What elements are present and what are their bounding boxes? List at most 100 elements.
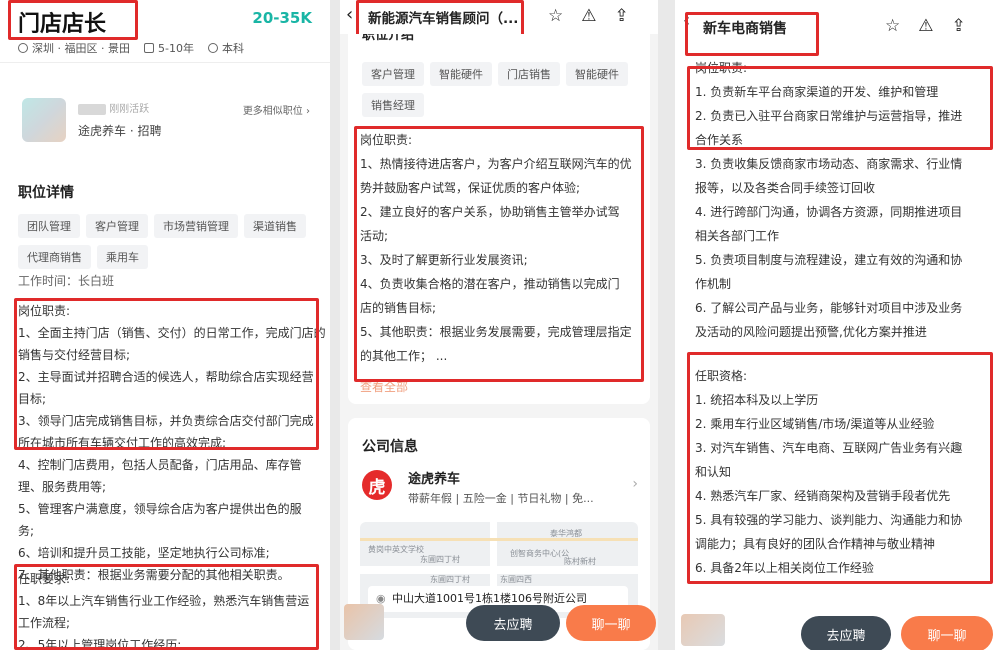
briefcase-icon [143,43,154,53]
skill-tags: 团队管理 客户管理 市场营销管理 渠道销售代理商销售 乘用车 [18,214,318,276]
text-line: 1、热情接待进店客户，为客户介绍互联网汽车的优 [360,157,632,171]
text-line: 调能力；具有良好的团队合作精神与敬业精神 [695,537,936,551]
job-panel-store-manager: 门店店长 20-35K 深圳 · 福田区 · 景田 5-10年 本科 刚刚活跃 … [0,0,330,650]
back-arrow-icon[interactable]: ‹ [683,10,690,31]
text-line: 2、5年以上管理岗位工作经历; [18,638,182,650]
text-line: 店的销售目标; [360,301,437,315]
partial-heading: 职位介绍 [362,34,415,43]
text-line: 2、建立良好的客户关系，协助销售主管举办试驾 [360,205,620,219]
job-panel-ev-sales: ‹ 新能源汽车销售顾问（... ☆ ⚠ ⇪ 职位介绍 客户管理 智能硬件 门店销售智… [340,0,658,650]
text-line: 5. 负责项目制度与流程建设，建立有效的沟通和协 [695,253,963,267]
duties-text: 岗位职责: 1、全面主持门店（销售、交付）的日常工作，完成门店的 销售与交付经营目标… [18,300,326,586]
text-line: 4. 熟悉汽车厂家、经销商架构及营销手段者优先 [695,489,951,503]
requirements-text: 任职资格: 1. 统招本科及以上学历 2. 乘用车行业区域销售/市场/渠道等从业经验… [695,364,995,580]
map-label: 东圃四西 [500,575,532,584]
section-heading: 任职要求: [18,572,71,586]
text-line: 6. 了解公司产品与业务，能够针对项目中涉及业务 [695,301,963,315]
recruiter-avatar[interactable] [22,98,66,142]
view-all-link[interactable]: 查看全部 [360,378,408,395]
section-heading: 岗位职责: [18,304,71,318]
location-item: 深圳 · 福田区 · 景田 [18,40,130,56]
address-text: 中山大道1001号1栋1楼106号附近公司 [392,592,587,605]
company-map[interactable]: 黄岗中英文学校 东圃四丁村 创智商务中心(公 泰华鸿都 陈村新村 东圃四丁村 东圃四西 ◉ … [360,522,638,618]
text-line: 2. 乘用车行业区域销售/市场/渠道等从业经验 [695,417,935,431]
text-line: 理、服务费用等; [18,480,107,494]
skill-tag: 乘用车 [97,245,148,269]
recruiter-name-blurred [78,103,106,115]
text-line: 和认知 [695,465,732,479]
text-line: 3. 负责收集反馈商家市场动态、商家需求、行业情 [695,157,963,171]
job-desc-card: 职位介绍 客户管理 智能硬件 门店销售 智能硬件销售经理 岗位职责: 1、热情接待进店客… [348,34,650,404]
education-item: 本科 [207,40,244,56]
recruiter-status: 刚刚活跃 [78,100,149,115]
recruiter-avatar[interactable] [681,614,725,646]
skill-tag: 代理商销售 [18,245,91,269]
text-line: 4、控制门店费用，包括人员配备，门店用品、库存管 [18,458,302,472]
requirements-text: 任职要求: 1、8年以上汽车销售行业工作经验，熟悉汽车销售营运 工作流程; 2、5年以… [18,568,318,650]
chat-button[interactable]: 聊一聊 [901,616,993,650]
map-label: 泰华鸿都 [550,529,582,538]
map-label: 黄岗中英文学校 [368,545,424,554]
star-icon[interactable]: ☆ [885,16,900,36]
text-line: 3、及时了解更新行业发展资讯; [360,253,528,267]
recruiter-avatar[interactable] [344,604,384,640]
experience-item: 5-10年 [143,40,194,56]
top-actions: ☆ ⚠ ⇪ [548,6,629,26]
location-pin-icon [18,43,28,53]
section-heading: 岗位职责: [695,61,748,75]
salary: 20-35K [252,9,312,27]
text-line: 报等，以及各类合同手续签订回收 [695,181,876,195]
section-heading: 岗位职责: [360,133,413,147]
text-line: 合作关系 [695,133,744,147]
text-line: 3. 对汽车销售、汽车电商、互联网广告业务有兴趣 [695,441,963,455]
skill-tag: 团队管理 [18,214,80,238]
back-arrow-icon[interactable]: ‹ [346,4,353,25]
text-line: 2. 负责已入驻平台商家日常维护与运营指导，推进 [695,109,963,123]
skill-tags: 客户管理 智能硬件 门店销售 智能硬件销售经理 [362,62,642,124]
text-line: 所在城市所有车辆交付工作的高效完成; [18,436,227,450]
apply-button[interactable]: 去应聘 [801,616,891,650]
skill-tag: 门店销售 [498,62,560,86]
skill-tag: 销售经理 [362,93,424,117]
text-line: 1. 负责新车平台商家渠道的开发、维护和管理 [695,85,939,99]
chat-button[interactable]: 聊一聊 [566,605,656,641]
apply-button[interactable]: 去应聘 [466,605,560,641]
map-label: 创智商务中心(公 [510,549,570,558]
company-name[interactable]: 途虎养车 [408,468,460,487]
text-line: 工作流程; [18,616,71,630]
skill-tag: 市场营销管理 [154,214,238,238]
job-title: 新车电商销售 [703,21,787,37]
job-meta: 深圳 · 福田区 · 景田 5-10年 本科 [18,40,244,56]
text-line: 6、培训和提升员工技能，坚定地执行公司标准; [18,546,270,560]
text-line: 3、领导门店完成销售目标，并负责综合店交付部门完成 [18,414,314,428]
report-warning-icon[interactable]: ⚠ [581,6,596,26]
company-logo[interactable]: 虎 [362,470,392,500]
map-label: 东圃四丁村 [430,575,470,584]
duties-text: 岗位职责: 1、热情接待进店客户，为客户介绍互联网汽车的优 势并鼓励客户试驾，保证优… [360,128,644,368]
job-title: 新能源汽车销售顾问（... [368,11,519,27]
text-line: 4. 进行跨部门沟通，协调各方资源，同期推进项目 [695,205,963,219]
text-line: 4、负责收集合格的潜在客户，推动销售以完成门 [360,277,620,291]
chevron-right-icon[interactable]: › [632,476,638,492]
section-heading: 任职资格: [695,369,748,383]
chevron-right-icon: › [306,106,310,117]
skill-tag: 智能硬件 [430,62,492,86]
text-line: 2、主导面试并招聘合适的候选人，帮助综合店实现经营 [18,370,314,384]
work-time: 工作时间：长白班 [18,274,115,288]
job-title: 门店店长 [18,12,107,37]
text-line: 1、全面主持门店（销售、交付）的日常工作，完成门店的 [18,326,326,340]
section-title: 职位详情 [18,185,74,201]
star-icon[interactable]: ☆ [548,6,563,26]
share-icon[interactable]: ⇪ [615,6,629,26]
text-line: 目标; [18,392,47,406]
text-line: 1. 统招本科及以上学历 [695,393,819,407]
more-similar-link[interactable]: 更多相似职位 › [243,102,310,117]
recruiter-company: 途虎养车 · 招聘 [78,124,162,138]
company-benefits: 带薪年假 | 五险一金 | 节日礼物 | 免... [408,492,594,505]
duties-text: 岗位职责: 1. 负责新车平台商家渠道的开发、维护和管理 2. 负责已入驻平台商家日… [695,56,995,344]
skill-tag: 智能硬件 [566,62,628,86]
report-warning-icon[interactable]: ⚠ [918,16,933,36]
text-line: 销售与交付经营目标; [18,348,131,362]
skill-tag: 渠道销售 [244,214,306,238]
share-icon[interactable]: ⇪ [952,16,966,36]
